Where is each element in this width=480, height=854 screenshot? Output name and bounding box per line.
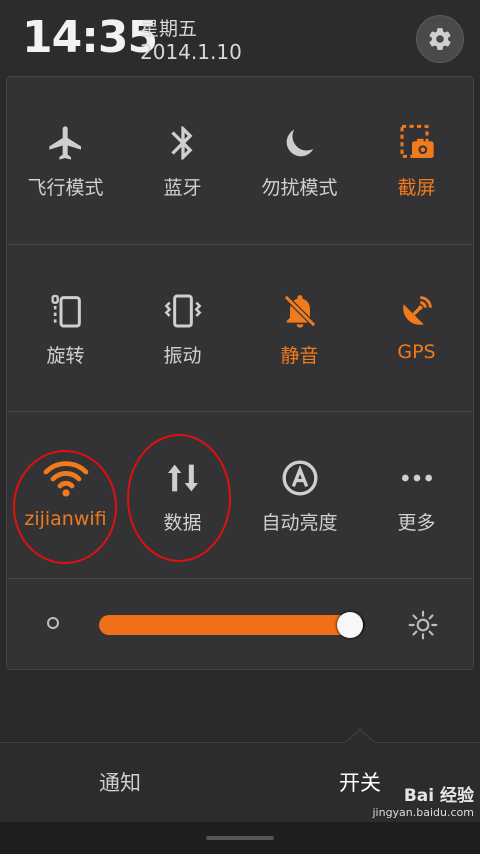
rotate-icon [51,294,81,328]
vibrate-icon [164,294,201,328]
brightness-high-icon [408,610,438,640]
clock: 14:35 [22,12,158,63]
auto-brightness-icon [282,460,317,496]
nav-bar [0,822,480,854]
toggle-label: 旋转 [46,345,85,367]
watermark: Bai 经验 jingyan.baidu.com [372,781,474,819]
screenshot-toggle[interactable]: 截屏 [358,77,475,243]
toggle-label: 截屏 [397,177,436,199]
mute-icon [282,294,317,328]
auto-brightness-toggle[interactable]: 自动亮度 [241,412,358,578]
screenshot-icon [400,124,434,158]
bottom-tabs: 通知 开关 Bai 经验 jingyan.baidu.com [0,728,480,823]
toggle-row-2: 旋转 振动 静音 GPS [7,244,473,411]
gps-icon [402,296,432,325]
toggle-label: 静音 [280,345,319,367]
more-icon [401,474,432,482]
brightness-fill [99,615,350,635]
watermark-url: jingyan.baidu.com [372,806,474,819]
toggle-panel: 飞行模式 蓝牙 勿扰模式 截屏 旋转 振动 静音 GPS zijianwifi … [6,76,474,670]
weekday: 星期五 [140,18,198,40]
toggle-label: 振动 [163,345,202,367]
toggle-label: GPS [397,341,436,363]
date: 2014.1.10 [140,40,242,64]
moon-icon [286,129,313,157]
do-not-disturb-toggle[interactable]: 勿扰模式 [241,77,358,243]
toggle-label: 飞行模式 [27,177,104,199]
tab-notifications[interactable]: 通知 [0,743,240,823]
status-header: 14:35 星期五 2014.1.10 [0,0,480,76]
toggle-label: 蓝牙 [163,177,202,199]
toggle-row-3: zijianwifi 数据 自动亮度 更多 [7,411,473,578]
active-tab-indicator [346,730,374,743]
gear-icon [429,28,451,50]
gps-toggle[interactable]: GPS [358,245,475,411]
more-toggle[interactable]: 更多 [358,412,475,578]
annotation-circle-wifi [13,450,117,564]
vibrate-toggle[interactable]: 振动 [124,245,241,411]
rotate-toggle[interactable]: 旋转 [7,245,124,411]
bluetooth-toggle[interactable]: 蓝牙 [124,77,241,243]
airplane-icon [48,126,81,160]
watermark-brand: Bai 经验 [403,786,474,806]
airplane-mode-toggle[interactable]: 飞行模式 [7,77,124,243]
toggle-label: 勿扰模式 [261,177,338,199]
brightness-thumb[interactable] [336,612,363,638]
mute-toggle[interactable]: 静音 [241,245,358,411]
toggle-label: 更多 [397,512,436,534]
bluetooth-icon [170,126,193,160]
toggle-row-1: 飞行模式 蓝牙 勿扰模式 截屏 [7,77,473,243]
brightness-low-icon [47,617,59,629]
annotation-circle-data [127,434,231,562]
brightness-row [7,578,473,671]
toggle-label: 自动亮度 [261,512,338,534]
brightness-slider[interactable] [99,612,365,638]
settings-button[interactable] [416,15,464,63]
drag-handle[interactable] [206,836,274,840]
